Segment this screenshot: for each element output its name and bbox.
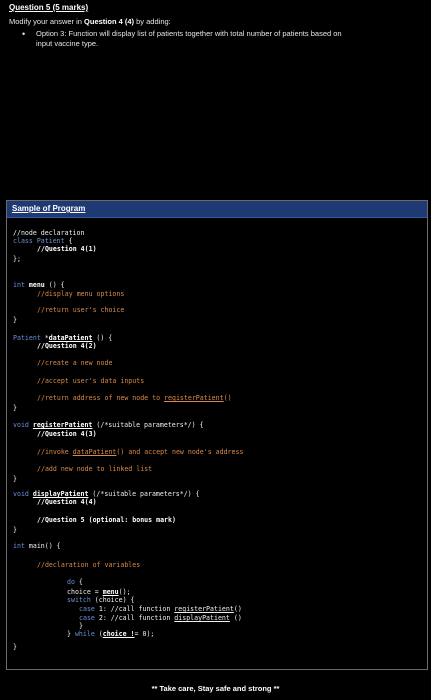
code-line: case 1: //call function registerPatient(… — [79, 605, 242, 613]
code-line: } — [13, 526, 17, 534]
code-line: //return address of new node to register… — [37, 394, 232, 402]
code-line: } — [13, 316, 17, 324]
option-bullet: • Option 3: Function will display list o… — [22, 29, 402, 49]
code-line: int menu () { — [13, 281, 65, 289]
code-line: int main() { — [13, 542, 61, 550]
code-line: //declaration of variables — [37, 561, 141, 569]
code-line: //return user's choice — [37, 306, 125, 314]
bullet-dot-icon: • — [22, 29, 26, 39]
code-line: //Question 4(4) — [37, 498, 97, 506]
code-line: do { — [67, 578, 83, 586]
option-line-2: input vaccine type. — [36, 39, 99, 48]
instruction-text: Modify your answer in Question 4 (4) by … — [9, 17, 171, 26]
code-line: case 2: //call function displayPatient (… — [79, 614, 242, 622]
code-line: //Question 5 (optional: bonus mark) — [37, 516, 176, 524]
code-line: //Question 4(2) — [37, 342, 97, 350]
code-line: switch (choice) { — [67, 596, 135, 604]
code-line: } — [13, 643, 17, 651]
code-line: //invoke dataPatient() and accept new no… — [37, 448, 244, 456]
instruction-suffix: by adding: — [134, 17, 171, 26]
footer-message: ** Take care, Stay safe and strong ** — [151, 684, 280, 693]
code-line: //accept user's data inputs — [37, 377, 145, 385]
code-line: }; — [13, 255, 21, 263]
sample-program-header: Sample of Program — [7, 201, 427, 218]
code-line: //add new node to linked list — [37, 465, 153, 473]
code-line: void registerPatient (/*suitable paramet… — [13, 421, 204, 429]
code-line: } — [13, 404, 17, 412]
instruction-prefix: Modify your answer in — [9, 17, 85, 26]
question-title: Question 5 (5 marks) — [9, 3, 89, 12]
code-line: //Question 4(1) — [37, 245, 97, 253]
option-text: Option 3: Function will display list of … — [36, 29, 342, 49]
code-line: //create a new node — [37, 359, 113, 367]
code-line: } while (choice != 0); — [67, 630, 155, 638]
sample-program-title: Sample of Program — [12, 204, 86, 213]
code-line: //display menu options — [37, 290, 125, 298]
option-line-1: Option 3: Function will display list of … — [36, 29, 342, 38]
code-line: //Question 4(3) — [37, 430, 97, 438]
instruction-question-ref: Question 4 (4) — [84, 17, 135, 26]
code-line: } — [13, 475, 17, 483]
